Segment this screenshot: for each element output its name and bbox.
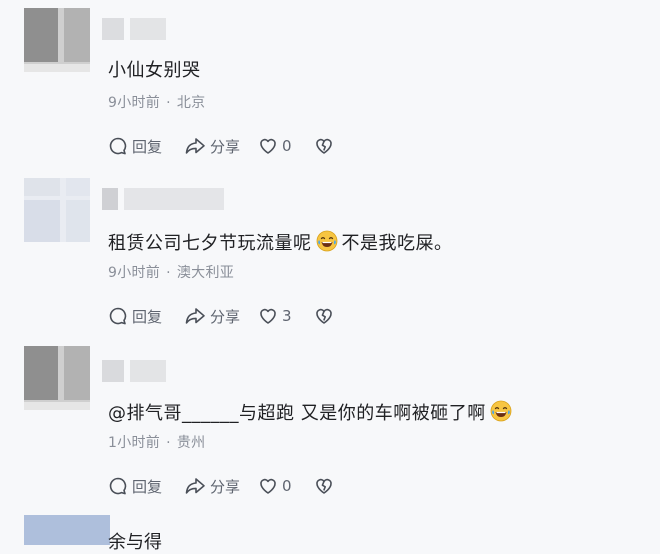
- comment-location: 澳大利亚: [176, 265, 235, 281]
- comment-item-2: 租赁公司七夕节玩流量呢 不是我吃屎。 9小时前 · 澳大利亚 回复 分享 3: [0, 170, 660, 340]
- meta-separator: ·: [166, 265, 171, 281]
- reply-button[interactable]: 回复: [108, 306, 162, 327]
- username-blurred[interactable]: [102, 188, 224, 210]
- username-blurred[interactable]: [102, 360, 166, 382]
- broken-heart-icon: [314, 136, 334, 156]
- heart-icon: [258, 136, 278, 156]
- comment-time: 1小时前: [108, 435, 161, 451]
- tears-of-joy-emoji-icon: [490, 400, 512, 428]
- like-count: 3: [282, 307, 292, 325]
- comment-text: @排气哥______与超跑 又是你的车啊被砸了啊: [108, 400, 516, 428]
- avatar[interactable]: [24, 8, 90, 72]
- comment-text-partial: 余与得: [108, 532, 162, 553]
- comment-location: 贵州: [176, 435, 206, 451]
- dislike-button[interactable]: [314, 136, 334, 156]
- comment-item-1: 小仙女别哭 9小时前 · 北京 回复 分享 0: [0, 0, 660, 170]
- reply-label: 回复: [132, 477, 163, 496]
- heart-icon: [258, 476, 278, 496]
- dislike-button[interactable]: [314, 476, 334, 496]
- reply-bubble-icon: [108, 476, 128, 496]
- meta-separator: ·: [166, 435, 171, 451]
- share-label: 分享: [210, 137, 241, 156]
- reply-bubble-icon: [108, 136, 128, 156]
- share-label: 分享: [210, 307, 241, 326]
- comment-text: 小仙女别哭: [108, 60, 201, 81]
- reply-label: 回复: [132, 137, 163, 156]
- comment-text-part: 租赁公司七夕节玩流量呢: [108, 233, 312, 254]
- like-count: 0: [282, 137, 292, 155]
- comment-actions: 回复 分享 0: [108, 134, 334, 158]
- reply-button[interactable]: 回复: [108, 136, 162, 157]
- reply-button[interactable]: 回复: [108, 476, 162, 497]
- like-count: 0: [282, 477, 292, 495]
- comment-actions: 回复 分享 3: [108, 304, 334, 328]
- avatar[interactable]: [24, 346, 90, 410]
- like-button[interactable]: 0: [258, 136, 292, 156]
- dislike-button[interactable]: [314, 306, 334, 326]
- broken-heart-icon: [314, 476, 334, 496]
- like-button[interactable]: 0: [258, 476, 292, 496]
- tears-of-joy-emoji-icon: [316, 230, 338, 258]
- comment-text-part: @排气哥______与超跑 又是你的车啊被砸了啊: [108, 403, 486, 424]
- comment-actions: 回复 分享 0: [108, 474, 334, 498]
- like-button[interactable]: 3: [258, 306, 292, 326]
- share-arrow-icon: [184, 476, 206, 496]
- reply-label: 回复: [132, 307, 163, 326]
- share-button[interactable]: 分享: [184, 136, 240, 157]
- broken-heart-icon: [314, 306, 334, 326]
- comment-item-3: @排气哥______与超跑 又是你的车啊被砸了啊 1小时前 · 贵州 回复 分享 0: [0, 340, 660, 510]
- meta-separator: ·: [166, 95, 171, 111]
- heart-icon: [258, 306, 278, 326]
- comment-time: 9小时前: [108, 265, 161, 281]
- reply-bubble-icon: [108, 306, 128, 326]
- comment-time: 9小时前: [108, 95, 161, 111]
- share-button[interactable]: 分享: [184, 476, 240, 497]
- share-arrow-icon: [184, 306, 206, 326]
- comment-meta: 9小时前 · 澳大利亚: [108, 262, 234, 282]
- comment-location: 北京: [176, 95, 206, 111]
- share-arrow-icon: [184, 136, 206, 156]
- comment-text-part: 不是我吃屎。: [341, 233, 453, 254]
- username-blurred[interactable]: [102, 18, 166, 40]
- comment-text: 租赁公司七夕节玩流量呢 不是我吃屎。: [108, 230, 453, 258]
- comment-meta: 9小时前 · 北京: [108, 92, 205, 112]
- avatar[interactable]: [24, 178, 90, 242]
- share-button[interactable]: 分享: [184, 306, 240, 327]
- comment-meta: 1小时前 · 贵州: [108, 432, 205, 452]
- share-label: 分享: [210, 477, 241, 496]
